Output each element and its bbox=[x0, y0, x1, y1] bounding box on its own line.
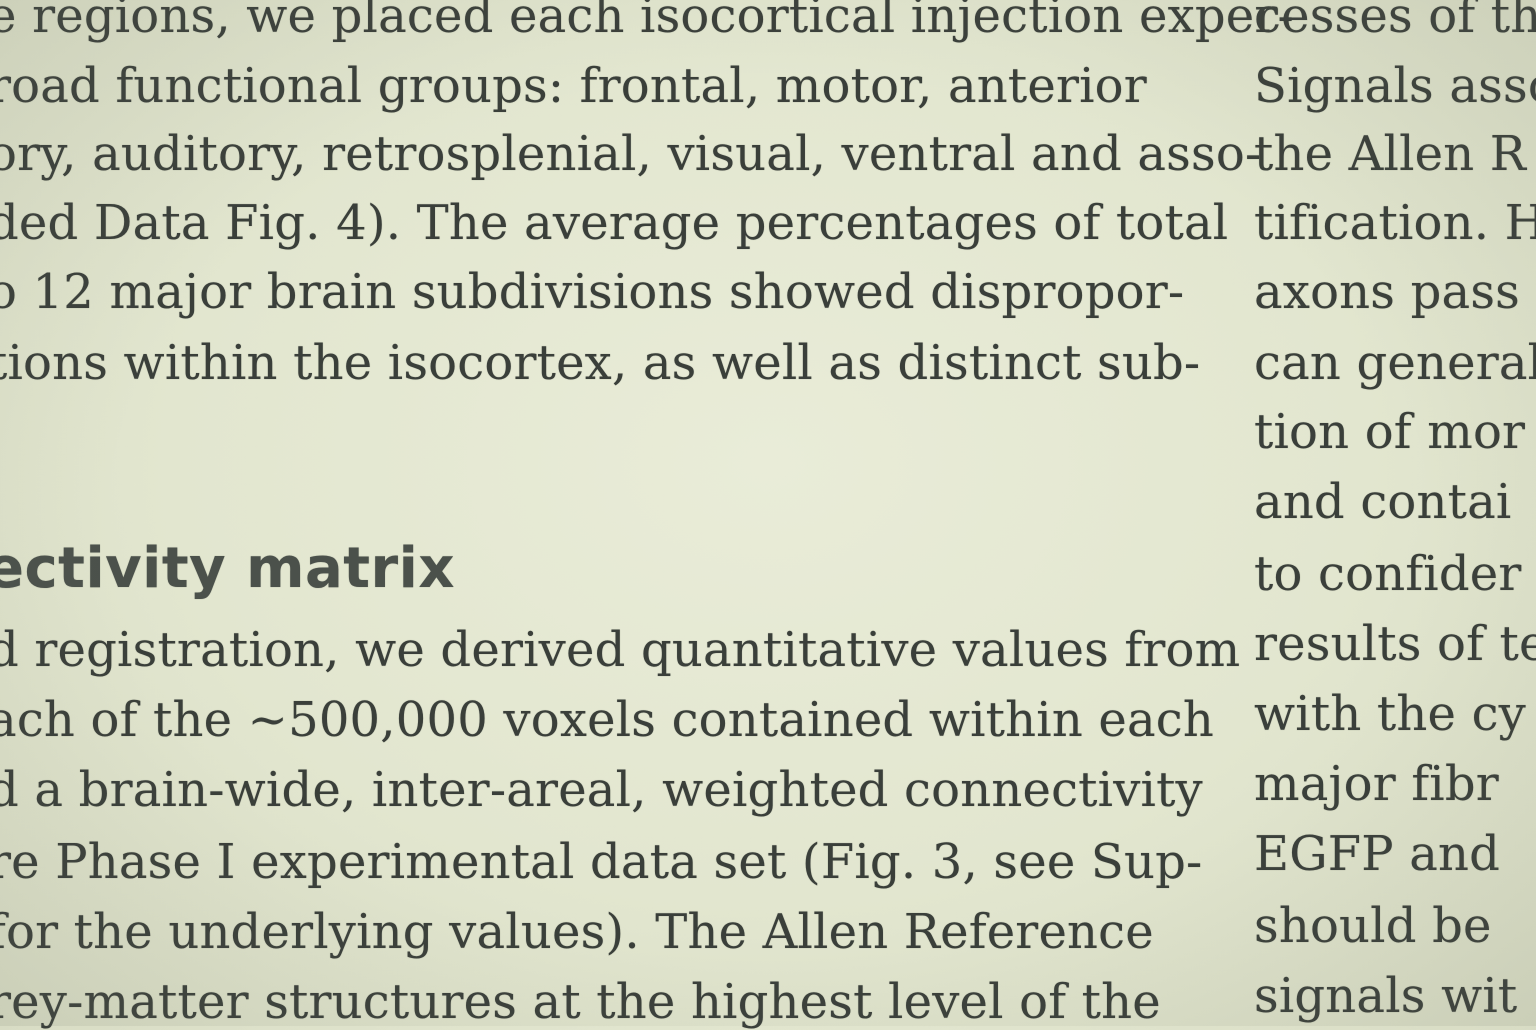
text-line: tions within the isocortex, as well as d… bbox=[0, 335, 1201, 391]
text-line: road functional groups: frontal, motor, … bbox=[0, 58, 1147, 114]
text-line: results of te bbox=[1254, 616, 1536, 672]
text-line: d registration, we derived quantitative … bbox=[0, 622, 1241, 678]
text-line: ach of the ~500,000 voxels contained wit… bbox=[0, 692, 1215, 748]
text-line: for the underlying values). The Allen Re… bbox=[0, 904, 1154, 960]
text-line: cesses of the bbox=[1254, 0, 1536, 44]
text-line: d a brain-wide, inter-areal, weighted co… bbox=[0, 762, 1203, 818]
text-line: and contai bbox=[1254, 474, 1512, 530]
text-line: re Phase I experimental data set (Fig. 3… bbox=[0, 834, 1203, 890]
text-line: major fibr bbox=[1254, 756, 1499, 812]
text-line: tification. H bbox=[1254, 195, 1536, 251]
text-line: Signals asso bbox=[1254, 58, 1536, 114]
text-line: rey-matter structures at the highest lev… bbox=[0, 974, 1161, 1030]
text-line: o 12 major brain subdivisions showed dis… bbox=[0, 264, 1185, 320]
text-line: EGFP and bbox=[1254, 826, 1501, 882]
text-line: the Allen R bbox=[1254, 126, 1527, 182]
text-line: with the cy bbox=[1254, 686, 1526, 742]
text-line: signals wit bbox=[1254, 968, 1518, 1024]
text-line: ded Data Fig. 4). The average percentage… bbox=[0, 195, 1229, 251]
document-page: e regions, we placed each isocortical in… bbox=[0, 0, 1536, 1030]
text-line: can general bbox=[1254, 335, 1536, 391]
text-line: to confider bbox=[1254, 546, 1522, 602]
text-line: tion of mor bbox=[1254, 404, 1526, 460]
section-heading: ectivity matrix bbox=[0, 536, 455, 601]
text-line: ory, auditory, retrosplenial, visual, ve… bbox=[0, 126, 1262, 182]
text-line: axons pass t bbox=[1254, 264, 1536, 320]
text-line: e regions, we placed each isocortical in… bbox=[0, 0, 1294, 44]
text-line: should be bbox=[1254, 898, 1492, 954]
